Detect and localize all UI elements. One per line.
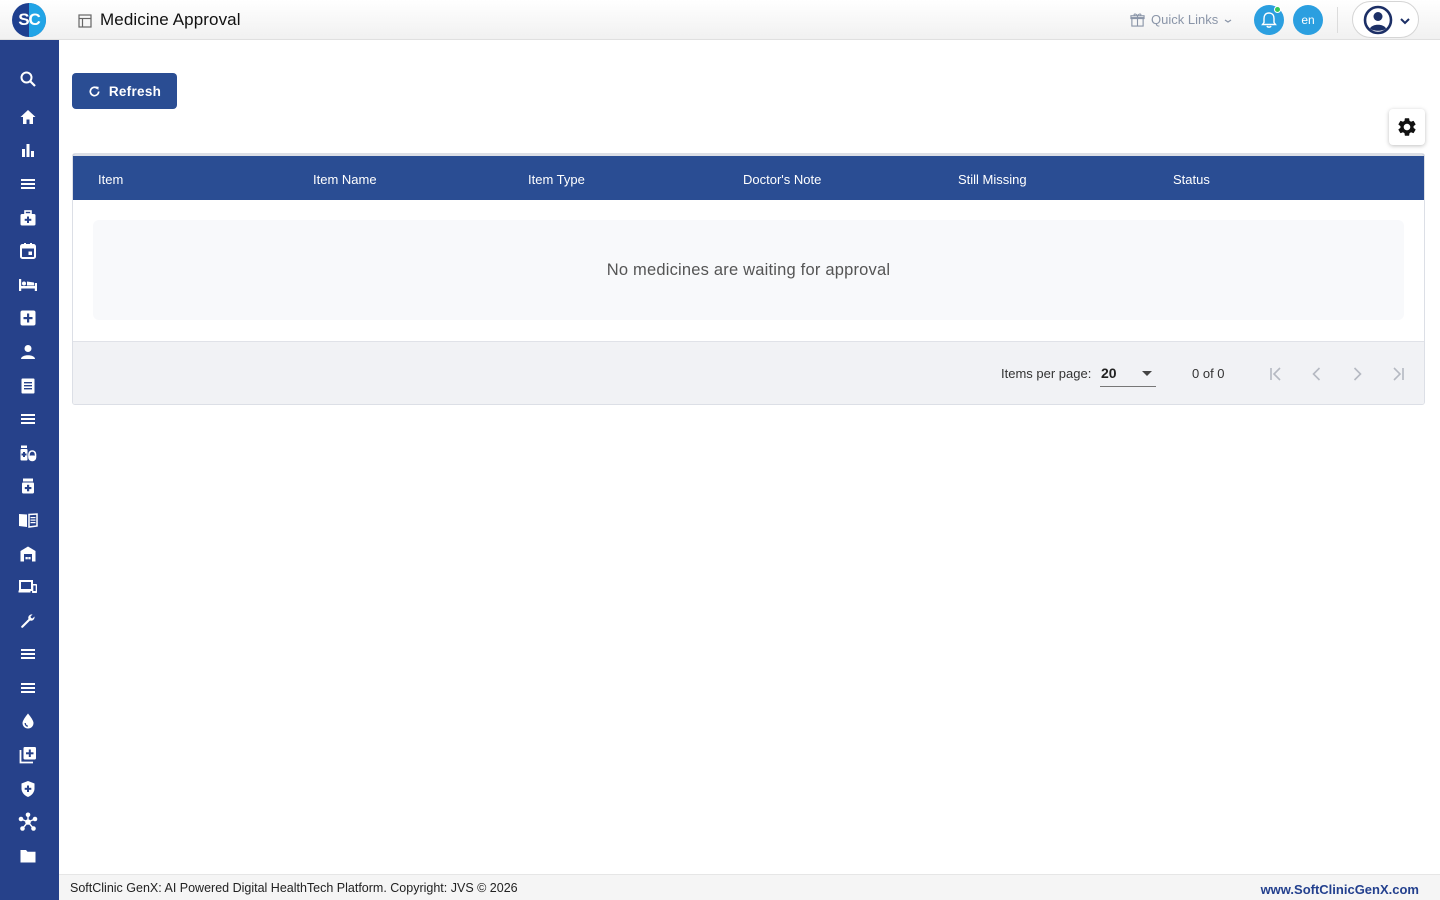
items-per-page-label: Items per page: xyxy=(1001,366,1092,381)
chevron-right-icon xyxy=(1353,367,1362,381)
medicine-approval-table: Item Item Name Item Type Doctor's Note S… xyxy=(72,153,1425,405)
paginator: Items per page: 20 0 of 0 xyxy=(73,341,1424,404)
website-link[interactable]: www.SoftClinicGenX.com xyxy=(1261,882,1419,897)
dropdown-arrow-icon xyxy=(1142,371,1152,376)
chevron-down-icon xyxy=(1224,19,1232,23)
chevron-down-icon xyxy=(1400,18,1410,25)
column-header-doctors-note[interactable]: Doctor's Note xyxy=(743,172,821,187)
column-header-item-type[interactable]: Item Type xyxy=(528,172,585,187)
empty-state-message: No medicines are waiting for approval xyxy=(93,220,1404,320)
search-icon xyxy=(20,71,36,87)
copyright-text: SoftClinic GenX: AI Powered Digital Heal… xyxy=(70,881,518,895)
table-header: Item Item Name Item Type Doctor's Note S… xyxy=(73,154,1424,200)
sidebar-item-medication[interactable] xyxy=(18,443,38,463)
last-page-button[interactable] xyxy=(1385,362,1409,386)
column-header-item[interactable]: Item xyxy=(98,172,123,187)
sidebar-item-menu-2[interactable] xyxy=(18,409,38,429)
sidebar-item-home[interactable] xyxy=(18,107,38,127)
devices-icon xyxy=(18,580,37,593)
refresh-label: Refresh xyxy=(108,83,162,99)
quick-links-menu[interactable]: Quick Links xyxy=(1130,10,1232,28)
previous-page-button[interactable] xyxy=(1305,362,1329,386)
sidebar-item-library[interactable] xyxy=(18,510,38,530)
sidebar-item-medical-bag[interactable] xyxy=(18,208,38,228)
menu-icon xyxy=(21,683,35,693)
sidebar-item-tools[interactable] xyxy=(18,611,38,631)
sidebar-item-blood-bank[interactable] xyxy=(18,711,38,731)
app-header: SC Medicine Approval Quick Links en xyxy=(0,0,1440,40)
header-divider xyxy=(1337,7,1338,33)
sidebar-item-beds[interactable] xyxy=(18,275,38,295)
next-page-button[interactable] xyxy=(1345,362,1369,386)
sidebar-item-integrations[interactable] xyxy=(18,812,38,832)
logo-text: SC xyxy=(18,10,41,29)
sidebar-item-menu-4[interactable] xyxy=(18,678,38,698)
column-header-status[interactable]: Status xyxy=(1173,172,1210,187)
refresh-icon xyxy=(89,85,100,96)
calendar-icon xyxy=(20,243,36,259)
warehouse-icon xyxy=(20,546,36,562)
sidebar-item-calendar[interactable] xyxy=(18,241,38,261)
last-page-icon xyxy=(1393,367,1404,381)
menu-icon xyxy=(21,414,35,424)
page-range-label: 0 of 0 xyxy=(1192,366,1225,381)
plus-box-icon xyxy=(20,310,36,326)
user-menu-button[interactable] xyxy=(1352,1,1419,38)
blood-drop-icon xyxy=(22,713,34,729)
document-icon xyxy=(21,378,35,394)
sidebar-item-reports[interactable] xyxy=(18,140,38,160)
column-settings-button[interactable] xyxy=(1389,109,1425,145)
first-page-icon xyxy=(1270,367,1281,381)
items-per-page-select[interactable]: 20 xyxy=(1100,359,1156,387)
chevron-left-icon xyxy=(1312,367,1321,381)
sidebar-item-insurance[interactable] xyxy=(18,779,38,799)
sidebar-item-documents[interactable] xyxy=(18,376,38,396)
home-icon xyxy=(20,110,36,124)
items-per-page-value: 20 xyxy=(1101,365,1117,381)
app-logo[interactable]: SC xyxy=(12,3,46,37)
medicine-bottle-icon xyxy=(22,478,34,494)
sidebar-item-menu-1[interactable] xyxy=(18,174,38,194)
folder-icon xyxy=(20,850,36,863)
bar-chart-icon xyxy=(22,144,34,157)
sidebar xyxy=(0,40,59,900)
first-page-button[interactable] xyxy=(1265,362,1289,386)
page-icon xyxy=(78,14,92,28)
column-header-still-missing[interactable]: Still Missing xyxy=(958,172,1027,187)
page-title: Medicine Approval xyxy=(100,10,241,29)
menu-icon xyxy=(21,649,35,659)
hub-icon xyxy=(18,812,38,831)
quick-links-label: Quick Links xyxy=(1151,11,1219,27)
app-footer: SoftClinic GenX: AI Powered Digital Heal… xyxy=(59,874,1440,900)
sidebar-item-files[interactable] xyxy=(18,846,38,866)
notification-dot xyxy=(1274,6,1281,13)
gear-icon xyxy=(1398,118,1416,136)
wrench-icon xyxy=(21,614,35,628)
person-icon xyxy=(21,345,35,359)
bed-icon xyxy=(19,279,37,291)
sidebar-item-library-add[interactable] xyxy=(18,745,38,765)
sidebar-item-pharmacy[interactable] xyxy=(18,476,38,496)
sidebar-item-add-record[interactable] xyxy=(18,308,38,328)
notifications-button[interactable] xyxy=(1254,5,1284,35)
library-add-icon xyxy=(19,747,36,764)
gift-icon xyxy=(1130,12,1145,27)
sidebar-item-menu-3[interactable] xyxy=(18,644,38,664)
shield-plus-icon xyxy=(21,781,35,797)
account-circle-icon xyxy=(1363,5,1393,35)
language-button[interactable]: en xyxy=(1293,5,1323,35)
sidebar-item-patients[interactable] xyxy=(18,342,38,362)
column-header-item-name[interactable]: Item Name xyxy=(313,172,377,187)
refresh-button[interactable]: Refresh xyxy=(72,73,177,109)
medical-bag-icon xyxy=(20,210,36,226)
book-icon xyxy=(19,513,38,528)
sidebar-item-devices[interactable] xyxy=(18,577,38,597)
sidebar-item-search[interactable] xyxy=(18,69,38,89)
menu-icon xyxy=(21,179,35,189)
sidebar-item-warehouse[interactable] xyxy=(18,544,38,564)
medication-icon xyxy=(20,445,37,462)
